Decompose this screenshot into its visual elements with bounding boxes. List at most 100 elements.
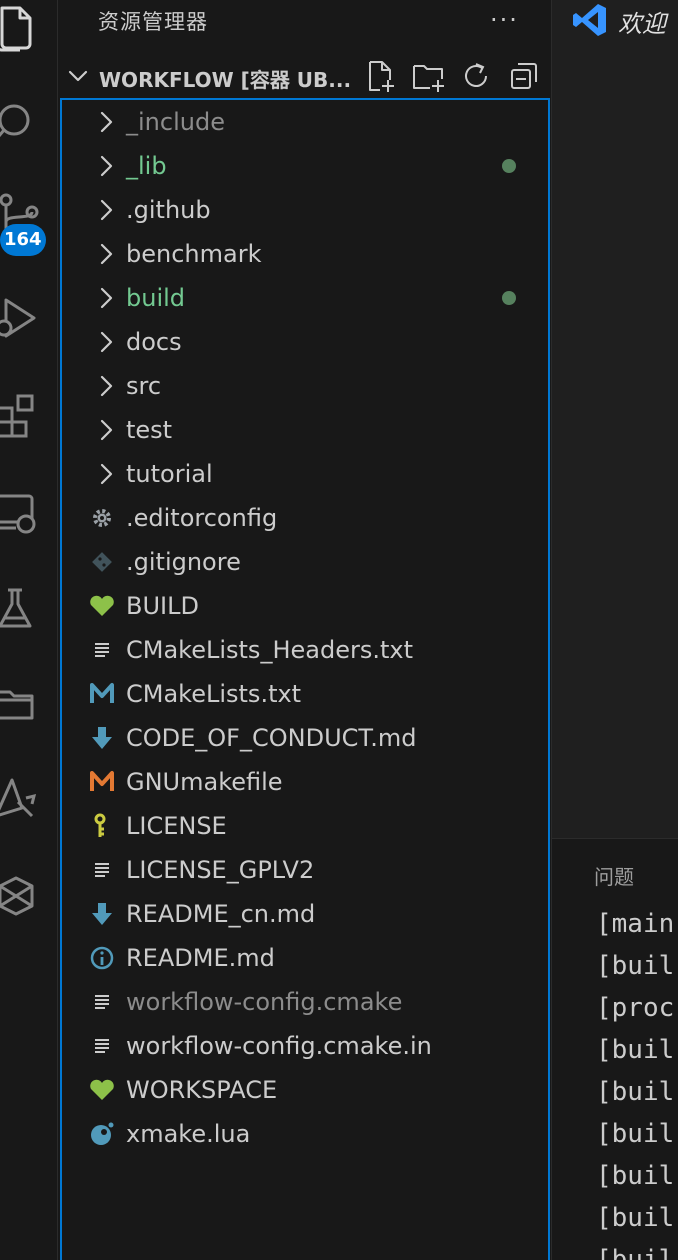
tree-folder-item[interactable]: .github [62,188,548,232]
text-lines-icon [88,856,116,884]
tree-item-label: workflow-config.cmake.in [126,1032,432,1060]
text-lines-icon [88,988,116,1016]
chevron-right-icon [94,462,118,486]
license-key-icon [88,812,116,840]
terminal-line: [buil [596,1035,675,1065]
tree-item-label: CMakeLists.txt [126,680,302,708]
bottom-panel: 问题 [main [buil [proc [buil [buil [buil [buil [b… [552,838,678,1260]
tree-folder-item[interactable]: _lib [62,144,548,188]
collapse-all-icon[interactable] [506,58,542,94]
chevron-right-icon [94,286,118,310]
chevron-right-icon [94,242,118,266]
chevron-right-icon [94,330,118,354]
info-icon [88,944,116,972]
tab-welcome[interactable]: 欢迎 [618,4,666,39]
lua-icon [88,1120,116,1148]
tree-item-label: .github [126,196,211,224]
tree-folder-item[interactable]: docs [62,320,548,364]
text-lines-icon [88,1032,116,1060]
tree-file-item[interactable]: README.md [62,936,548,980]
tree-file-item[interactable]: CODE_OF_CONDUCT.md [62,716,548,760]
terminal-line: [main [596,909,675,939]
bazel-heart-icon [88,1076,116,1104]
terminal-line: [buil [596,1245,675,1260]
chevron-right-icon [94,154,118,178]
workspace-title: WORKFLOW [容器 UB... [99,68,352,92]
tree-file-item[interactable]: workflow-config.cmake.in [62,1024,548,1068]
tree-item-label: docs [126,328,182,356]
tree-item-label: benchmark [126,240,262,268]
tree-item-label: LICENSE_GPLV2 [126,856,315,884]
tree-folder-item[interactable]: benchmark [62,232,548,276]
text-lines-icon [88,636,116,664]
chevron-right-icon [94,418,118,442]
testing-flask-icon[interactable] [0,584,40,632]
tree-file-item[interactable]: LICENSE [62,804,548,848]
tree-file-item[interactable]: WORKSPACE [62,1068,548,1112]
run-debug-icon[interactable] [0,294,40,342]
chevron-right-icon [94,110,118,134]
vscode-logo-icon [572,2,608,38]
tree-item-label: .editorconfig [126,504,278,532]
ai-assistant-icon[interactable] [0,872,40,920]
terminal-line: [buil [596,1077,675,1107]
tree-item-label: README_cn.md [126,900,316,928]
tree-file-item[interactable]: workflow-config.cmake [62,980,548,1024]
tree-file-item[interactable]: .editorconfig [62,496,548,540]
tree-item-label: _include [126,108,225,136]
search-icon[interactable] [0,98,40,146]
tree-file-item[interactable]: LICENSE_GPLV2 [62,848,548,892]
editor-area: 欢迎 [552,0,678,838]
tree-file-item[interactable]: README_cn.md [62,892,548,936]
tree-item-label: BUILD [126,592,199,620]
tree-file-item[interactable]: xmake.lua [62,1112,548,1156]
tree-item-label: tutorial [126,460,213,488]
tree-item-label: xmake.lua [126,1120,251,1148]
terminal-line: [buil [596,1203,675,1233]
tree-item-label: CMakeLists_Headers.txt [126,636,413,664]
terminal-line: [buil [596,1161,675,1191]
bazel-heart-icon [88,592,116,620]
tree-file-item[interactable]: GNUmakefile [62,760,548,804]
tree-item-label: CODE_OF_CONDUCT.md [126,724,417,752]
tree-item-label: test [126,416,173,444]
modified-dot [502,159,516,173]
markdown-arrow-icon [88,724,116,752]
tree-folder-item[interactable]: tutorial [62,452,548,496]
m-orange-icon [88,768,116,796]
tree-item-label: workflow-config.cmake [126,988,403,1016]
tree-item-label: GNUmakefile [126,768,283,796]
tree-file-item[interactable]: .gitignore [62,540,548,584]
tree-folder-item[interactable]: _include [62,100,548,144]
m-blue-icon [88,680,116,708]
activity-bar: 164 [0,0,58,1260]
more-actions-icon[interactable]: ··· [490,6,519,34]
chevron-down-icon[interactable] [66,64,90,88]
chevron-right-icon [94,198,118,222]
tree-file-item[interactable]: CMakeLists_Headers.txt [62,628,548,672]
tree-folder-item[interactable]: test [62,408,548,452]
chevron-right-icon [94,374,118,398]
refresh-icon[interactable] [458,58,494,94]
folder-icon[interactable] [0,680,40,728]
new-folder-icon[interactable] [410,58,446,94]
tree-item-label: build [126,284,186,312]
tree-folder-item[interactable]: src [62,364,548,408]
new-file-icon[interactable] [362,58,398,94]
explorer-files-icon[interactable] [0,4,40,52]
terminal-line: [proc [596,993,675,1023]
extensions-icon[interactable] [0,390,40,438]
modified-dot [502,291,516,305]
vscode-window: 164 资源管理器 ··· WORKFLOW [容器 UB... _includ… [0,0,678,1260]
remote-explorer-icon[interactable] [0,488,40,536]
cmake-tools-icon[interactable] [0,776,40,824]
tab-problems[interactable]: 问题 [594,861,634,890]
tree-item-label: src [126,372,162,400]
explorer-sidebar: 资源管理器 ··· WORKFLOW [容器 UB... _include _li… [58,0,552,1260]
tree-file-item[interactable]: CMakeLists.txt [62,672,548,716]
tree-folder-item[interactable]: build [62,276,548,320]
file-tree: _include _lib .github benchmark build docs src… [60,98,550,1260]
tree-file-item[interactable]: BUILD [62,584,548,628]
tree-item-label: .gitignore [126,548,241,576]
workspace-section-header[interactable]: WORKFLOW [容器 UB... [58,56,552,98]
